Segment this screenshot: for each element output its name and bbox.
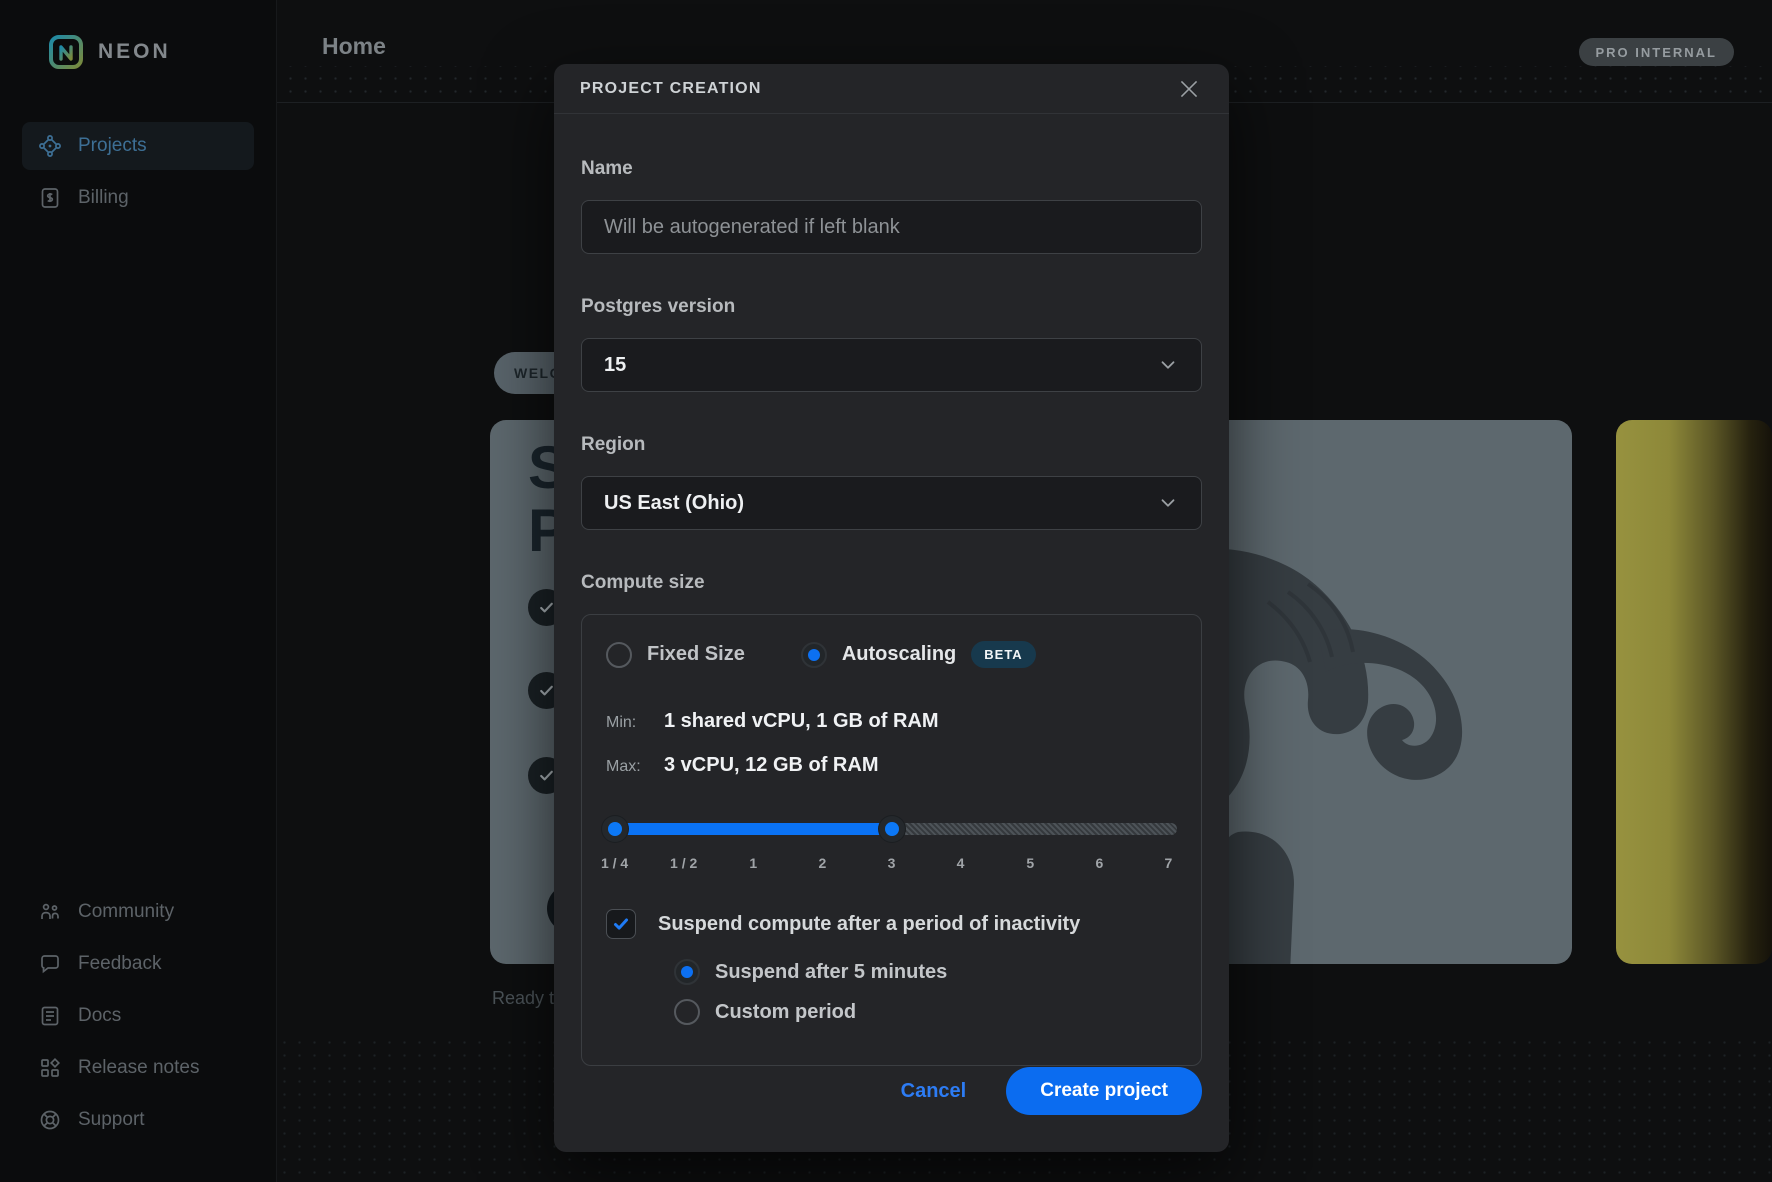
suspend-checkbox-label: Suspend compute after a period of inacti…: [658, 913, 1080, 936]
sidebar-item-label: Billing: [78, 187, 129, 209]
sidebar-item-label: Community: [78, 901, 174, 923]
feedback-icon: [38, 952, 62, 976]
radio-unchecked-icon: [606, 642, 632, 668]
sidebar-item-label: Docs: [78, 1005, 121, 1027]
release-notes-icon: [38, 1056, 62, 1080]
radio-checked-icon: [674, 959, 700, 985]
sidebar-item-docs[interactable]: Docs: [22, 994, 254, 1038]
region-value: US East (Ohio): [604, 492, 744, 515]
fixed-size-radio[interactable]: Fixed Size: [606, 642, 745, 668]
beta-badge: BETA: [971, 641, 1035, 668]
support-icon: [38, 1108, 62, 1132]
suspend-checkbox-row[interactable]: Suspend compute after a period of inacti…: [606, 909, 1177, 939]
custom-period-label: Custom period: [715, 1001, 856, 1024]
slider-handle-min[interactable]: [602, 816, 628, 842]
compute-size-slider: 1 / 4 1 / 2 1 2 3 4 5 6 7: [606, 817, 1177, 883]
close-icon[interactable]: [1175, 75, 1203, 103]
docs-icon: [38, 1004, 62, 1028]
autoscaling-radio[interactable]: Autoscaling BETA: [801, 641, 1036, 668]
max-value: 3 vCPU, 12 GB of RAM: [664, 754, 878, 777]
chevron-down-icon: [1157, 492, 1179, 514]
compute-size-box: Fixed Size Autoscaling BETA Min: 1 share…: [581, 614, 1202, 1066]
slider-ticks: 1 / 4 1 / 2 1 2 3 4 5 6 7: [606, 855, 1177, 875]
compute-mode-radios: Fixed Size Autoscaling BETA: [606, 641, 1177, 668]
name-label: Name: [581, 158, 1202, 180]
sidebar-item-billing[interactable]: Billing: [22, 174, 254, 222]
cancel-button[interactable]: Cancel: [901, 1080, 967, 1103]
projects-icon: [38, 134, 62, 158]
project-creation-modal: PROJECT CREATION Name Postgres version 1…: [554, 64, 1229, 1152]
slider-fill: [606, 823, 892, 835]
region-select[interactable]: US East (Ohio): [581, 476, 1202, 530]
chevron-down-icon: [1157, 354, 1179, 376]
community-icon: [38, 900, 62, 924]
suspend-5min-label: Suspend after 5 minutes: [715, 961, 947, 984]
modal-body: Name Postgres version 15 Region US East …: [554, 114, 1229, 1066]
sidebar-item-feedback[interactable]: Feedback: [22, 942, 254, 986]
sidebar-item-support[interactable]: Support: [22, 1098, 254, 1142]
sidebar-item-label: Release notes: [78, 1057, 199, 1079]
billing-icon: [38, 186, 62, 210]
app-root: Home PRO INTERNAL WELCOME S P: [0, 0, 1772, 1182]
fixed-size-label: Fixed Size: [647, 643, 745, 666]
min-label: Min:: [606, 714, 664, 732]
postgres-version-value: 15: [604, 354, 626, 377]
postgres-version-select[interactable]: 15: [581, 338, 1202, 392]
postgres-version-label: Postgres version: [581, 296, 1202, 318]
modal-footer: Cancel Create project: [581, 1067, 1202, 1115]
max-label: Max:: [606, 758, 664, 776]
suspend-5min-radio[interactable]: Suspend after 5 minutes: [674, 959, 1177, 985]
min-value: 1 shared vCPU, 1 GB of RAM: [664, 710, 939, 733]
autoscaling-label: Autoscaling: [842, 643, 956, 666]
sidebar-item-release-notes[interactable]: Release notes: [22, 1046, 254, 1090]
radio-unchecked-icon: [674, 999, 700, 1025]
custom-period-radio[interactable]: Custom period: [674, 999, 1177, 1025]
modal-title: PROJECT CREATION: [580, 80, 762, 98]
compute-size-label: Compute size: [581, 572, 1202, 594]
sidebar-item-label: Feedback: [78, 953, 161, 975]
project-name-input[interactable]: [581, 200, 1202, 254]
plan-badge: PRO INTERNAL: [1579, 38, 1735, 66]
sidebar-item-label: Support: [78, 1109, 145, 1131]
page-title: Home: [322, 33, 386, 60]
sidebar-item-label: Projects: [78, 135, 147, 157]
create-project-button[interactable]: Create project: [1006, 1067, 1202, 1115]
radio-checked-icon: [801, 642, 827, 668]
sidebar-item-community[interactable]: Community: [22, 890, 254, 934]
brand-logo[interactable]: NEON: [0, 0, 276, 70]
checkbox-checked-icon: [606, 909, 636, 939]
compute-minmax: Min: 1 shared vCPU, 1 GB of RAM Max: 3 v…: [606, 710, 1177, 777]
modal-header: PROJECT CREATION: [554, 64, 1229, 114]
sidebar-nav: Projects Billing: [0, 122, 276, 222]
sidebar: NEON Projects Billing: [0, 0, 277, 1182]
sidebar-item-projects[interactable]: Projects: [22, 122, 254, 170]
brand-name: NEON: [98, 40, 171, 64]
neon-logo-icon: [48, 34, 84, 70]
slider-handle-max[interactable]: [879, 816, 905, 842]
suspend-options: Suspend after 5 minutes Custom period: [674, 959, 1177, 1025]
sidebar-footer: Community Feedback Docs R: [22, 890, 254, 1142]
promo-card-yellow: [1616, 420, 1772, 964]
region-label: Region: [581, 434, 1202, 456]
